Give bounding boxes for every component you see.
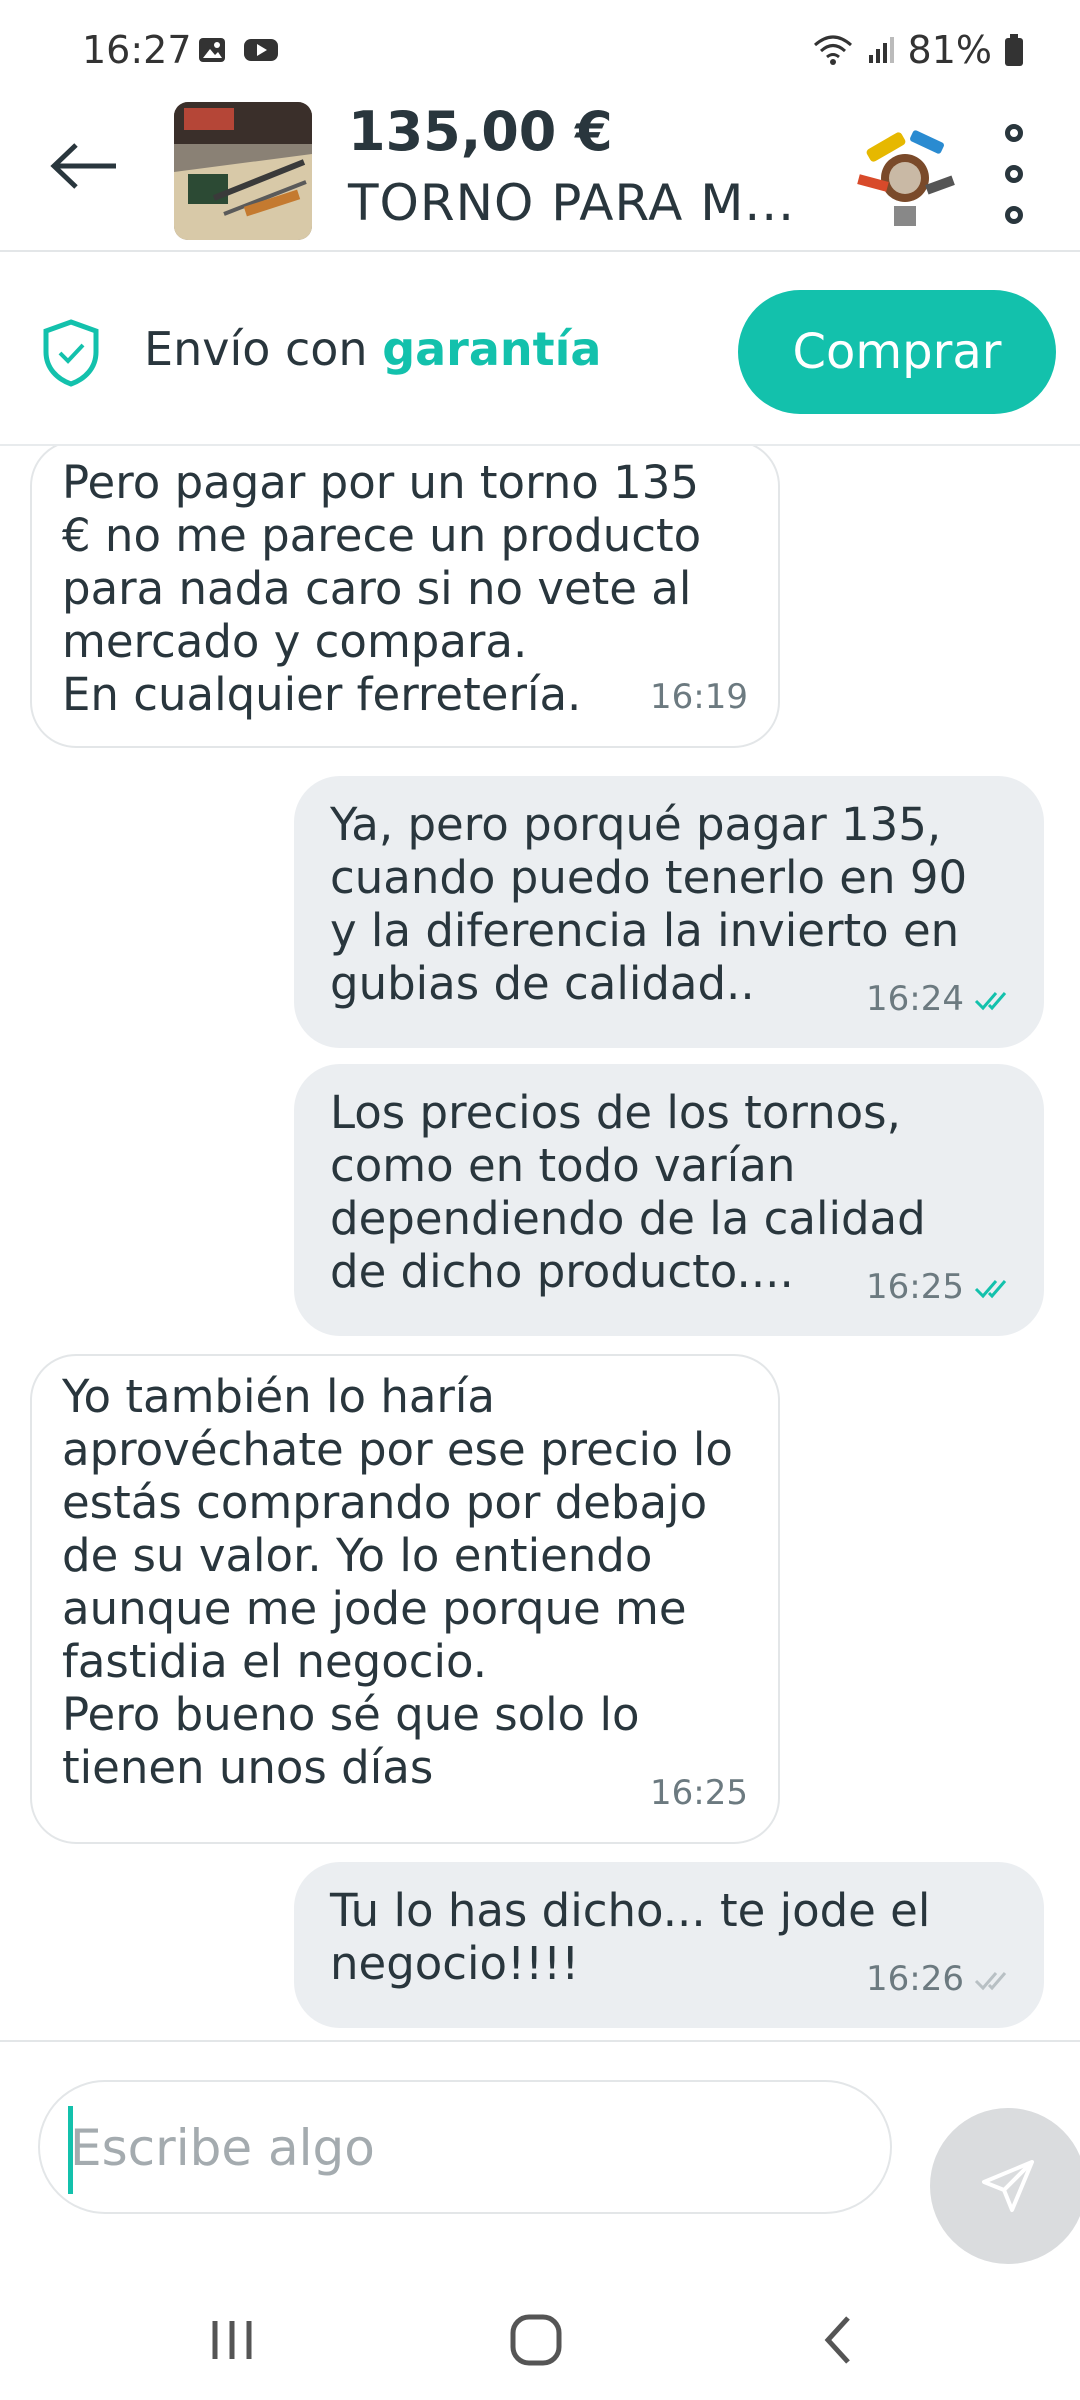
guarantee-link[interactable]: garantía — [382, 322, 601, 376]
battery-level: 81% — [907, 28, 992, 72]
shipping-guarantee-bar: Envío con garantía Comprar — [0, 252, 1080, 446]
home-button[interactable] — [486, 2300, 586, 2380]
text-cursor — [68, 2106, 73, 2194]
message-list[interactable]: Pero pagar por un torno 135 € no me pare… — [0, 446, 1080, 2040]
arrow-left-icon — [50, 143, 116, 189]
message-time: 16:24 — [866, 979, 964, 1019]
message-time: 16:26 — [866, 1959, 964, 1999]
back-button[interactable] — [44, 126, 124, 206]
message-time: 16:25 — [650, 1773, 748, 1813]
signal-icon — [868, 37, 894, 63]
seller-avatar[interactable] — [846, 116, 964, 234]
product-thumbnail[interactable] — [174, 102, 312, 240]
buy-button[interactable]: Comprar — [738, 290, 1056, 414]
dot-icon — [1005, 124, 1023, 142]
battery-icon — [1005, 34, 1023, 66]
wifi-icon — [813, 35, 852, 65]
product-image — [174, 102, 312, 240]
shield-check-icon — [43, 319, 99, 387]
message-composer — [0, 2040, 1080, 2282]
send-icon — [982, 2160, 1034, 2212]
home-icon — [510, 2314, 562, 2366]
product-price: 135,00 € — [348, 100, 613, 163]
guarantee-prefix: Envío con — [144, 322, 383, 376]
double-check-read-icon — [974, 1279, 1007, 1298]
status-bar: 16:27 81% — [0, 0, 1080, 96]
notification-icons — [196, 34, 280, 66]
double-check-delivered-icon — [974, 1971, 1007, 1990]
product-title[interactable]: TORNO PARA M... — [348, 174, 795, 232]
chevron-left-icon — [824, 2316, 850, 2364]
recent-apps-icon — [212, 2321, 252, 2359]
message-text: Yo también lo haría aprovéchate por ese … — [62, 1370, 733, 1794]
message-text: Pero pagar por un torno 135 € no me pare… — [62, 456, 702, 721]
double-check-read-icon — [974, 991, 1007, 1010]
recent-apps-button[interactable] — [182, 2300, 282, 2380]
send-button[interactable] — [930, 2108, 1080, 2264]
dot-icon — [1005, 206, 1023, 224]
system-back-button[interactable] — [788, 2300, 888, 2380]
message-outgoing[interactable]: Tu lo has dicho... te jode el negocio!!!… — [294, 1862, 1044, 2028]
message-time: 16:19 — [650, 677, 748, 717]
chat-header: 135,00 € TORNO PARA M... — [0, 96, 1080, 252]
message-incoming[interactable]: Yo también lo haría aprovéchate por ese … — [30, 1354, 780, 1844]
dot-icon — [1005, 165, 1023, 183]
message-time: 16:25 — [866, 1267, 964, 1307]
message-input-container[interactable] — [38, 2080, 892, 2214]
message-incoming[interactable]: Pero pagar por un torno 135 € no me pare… — [30, 446, 780, 748]
guarantee-text: Envío con garantía — [144, 322, 601, 376]
message-input[interactable] — [68, 2082, 852, 2214]
message-outgoing[interactable]: Los precios de los tornos, como en todo … — [294, 1064, 1044, 1336]
more-options-button[interactable] — [990, 124, 1038, 224]
status-time: 16:27 — [82, 28, 192, 72]
system-navigation-bar — [0, 2280, 1080, 2400]
image-icon — [199, 38, 225, 62]
message-outgoing[interactable]: Ya, pero porqué pagar 135, cuando puedo … — [294, 776, 1044, 1048]
tools-avatar-icon — [849, 119, 961, 231]
youtube-icon — [244, 39, 278, 61]
